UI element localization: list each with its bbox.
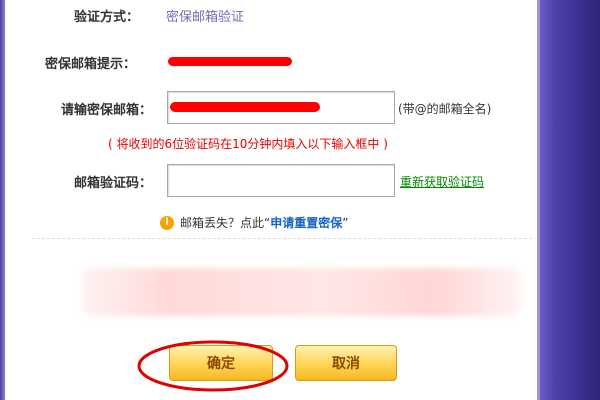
email-input-label: 请输密保邮箱： xyxy=(61,103,153,118)
lost-email-row: i 邮箱丢失？点此 “ 申请重置密保 ” xyxy=(160,214,348,231)
cancel-button[interactable]: 取消 xyxy=(295,345,397,381)
dashed-divider xyxy=(32,238,532,239)
redacted-email-hint xyxy=(168,57,292,66)
blurred-region xyxy=(82,268,522,316)
quote-close: ” xyxy=(342,215,349,230)
annotation-ellipse xyxy=(137,340,289,392)
code-notice: ( 将收到的6位验证码在10分钟内填入以下输入框中 ) xyxy=(108,137,388,151)
email-format-hint: (带@的邮箱全名) xyxy=(398,102,492,116)
info-circle-icon: i xyxy=(160,215,174,230)
verify-method-value: 密保邮箱验证 xyxy=(166,10,245,25)
right-frame-border xyxy=(537,0,600,400)
resend-code-link[interactable]: 重新获取验证码 xyxy=(400,173,484,190)
email-hint-label: 密保邮箱提示： xyxy=(45,57,137,72)
left-frame-border xyxy=(0,0,5,400)
code-input-label: 邮箱验证码： xyxy=(74,176,153,191)
verify-method-label: 验证方式： xyxy=(74,10,140,25)
verification-code-input[interactable] xyxy=(167,164,395,197)
reset-security-link[interactable]: 申请重置密保 xyxy=(270,214,342,231)
redacted-email-value xyxy=(170,102,320,112)
lost-email-text: 邮箱丢失？点此 xyxy=(180,216,265,230)
